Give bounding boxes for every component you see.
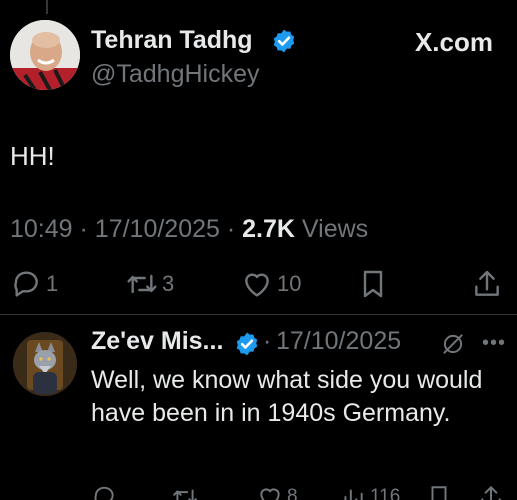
reply-reply-button[interactable] xyxy=(91,484,117,500)
meta-separator: · xyxy=(79,215,95,243)
tweet-text: HH! xyxy=(10,141,55,171)
more-options-icon[interactable]: ••• xyxy=(482,332,506,355)
bookmark-icon xyxy=(431,486,447,500)
repost-count: 3 xyxy=(162,271,175,296)
reply-icon xyxy=(94,486,114,500)
share-icon xyxy=(475,270,499,296)
like-count: 10 xyxy=(277,271,302,296)
bookmark-icon xyxy=(363,270,383,298)
reply-text: Well, we know what side you would have b… xyxy=(91,366,483,427)
reply-date[interactable]: 17/10/2025 xyxy=(276,327,401,356)
reply-like-count: 8 xyxy=(287,486,298,500)
author-handle[interactable]: @TadhgHickey xyxy=(91,60,260,89)
repost-button[interactable]: 3 xyxy=(126,268,174,300)
views-icon xyxy=(344,489,363,500)
reply-button[interactable]: 1 xyxy=(10,268,58,300)
tweet-date[interactable]: 17/10/2025 xyxy=(95,215,220,243)
reply-repost-button[interactable] xyxy=(172,484,198,500)
divider xyxy=(0,314,517,315)
reply-like-button[interactable]: 8 xyxy=(257,484,298,500)
thread-connector-line xyxy=(46,0,48,14)
reply-icon xyxy=(14,271,38,297)
reply-author-avatar[interactable] xyxy=(13,332,77,396)
tweet-meta: 10:49 · 17/10/2025 · 2.7K Views xyxy=(10,215,368,244)
verified-badge-icon xyxy=(236,332,258,356)
reply-share-button[interactable] xyxy=(478,484,504,500)
bookmark-button[interactable] xyxy=(357,268,389,300)
reply-views-count: 116 xyxy=(370,486,401,500)
author-avatar[interactable] xyxy=(10,20,80,90)
reply-views-button[interactable]: 116 xyxy=(340,484,400,500)
share-icon xyxy=(481,485,501,500)
reply-separator: · xyxy=(263,327,272,355)
tweet-time[interactable]: 10:49 xyxy=(10,215,73,243)
views-count: 2.7K xyxy=(242,215,295,243)
share-button[interactable] xyxy=(471,268,503,300)
reply-count: 1 xyxy=(46,271,59,296)
verified-badge-icon xyxy=(273,29,295,53)
like-button[interactable]: 10 xyxy=(241,268,301,300)
site-label: X.com xyxy=(414,27,493,57)
reply-bookmark-button[interactable] xyxy=(426,484,452,500)
reply-author-name[interactable]: Ze'ev Mis... xyxy=(91,327,223,356)
views-label: Views xyxy=(301,215,369,243)
grok-icon[interactable] xyxy=(440,331,466,357)
repost-icon xyxy=(127,274,157,294)
heart-icon xyxy=(245,273,269,297)
profile-photo-icon xyxy=(10,20,80,90)
wolf-avatar-icon xyxy=(13,332,77,396)
repost-icon xyxy=(173,489,197,500)
heart-icon xyxy=(260,488,280,500)
author-name[interactable]: Tehran Tadhg xyxy=(91,26,253,55)
meta-separator: · xyxy=(226,215,243,243)
